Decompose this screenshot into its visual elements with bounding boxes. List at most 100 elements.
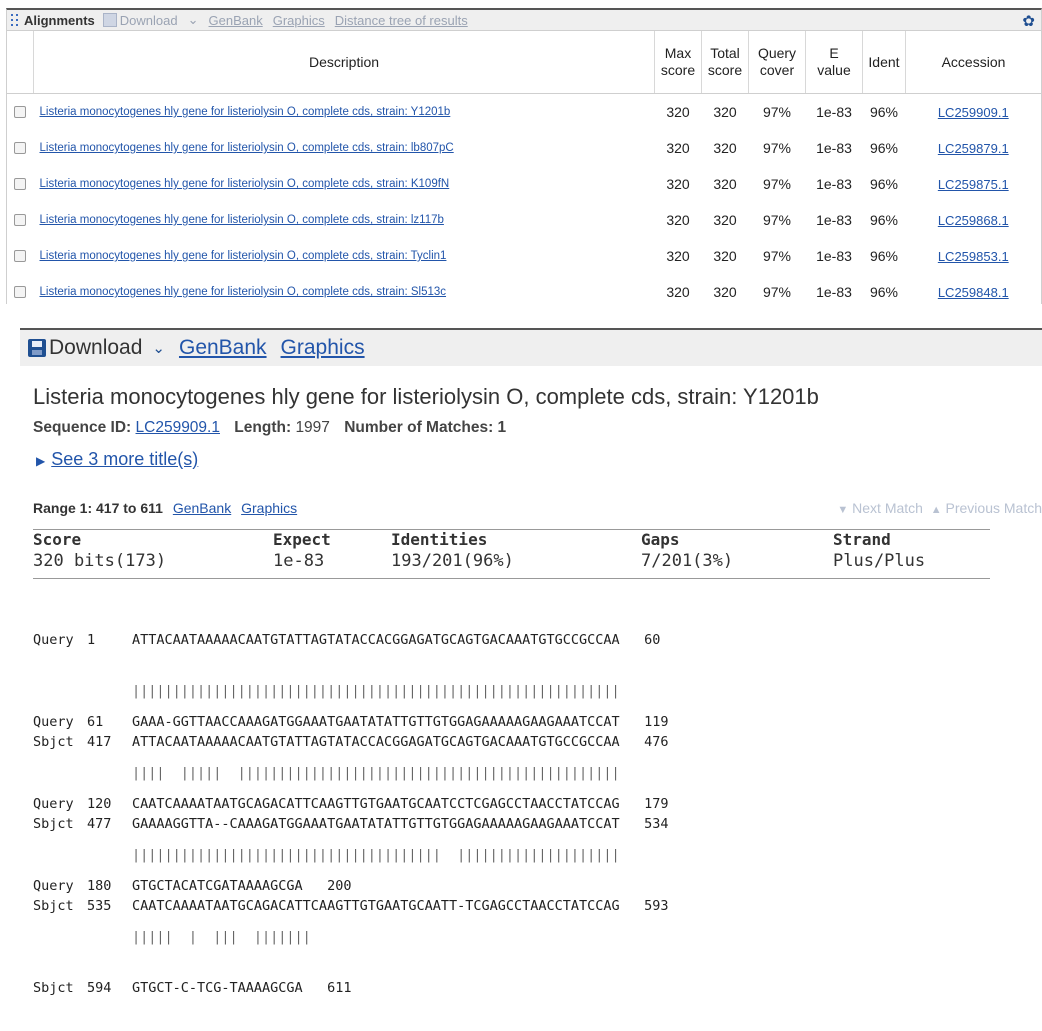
description-link[interactable]: Listeria monocytogenes hly gene for list…: [40, 142, 454, 154]
query-end: 60: [644, 632, 661, 648]
accession-link[interactable]: LC259879.1: [938, 141, 1009, 156]
select-column-header: [7, 31, 34, 94]
alignments-title: Alignments: [24, 12, 95, 28]
max-score-cell: 320: [666, 248, 690, 264]
ident-header[interactable]: Ident: [862, 31, 906, 94]
row-select-checkbox[interactable]: [7, 238, 34, 274]
query-cover-cell: 97%: [762, 104, 792, 120]
range-graphics-link[interactable]: Graphics: [241, 500, 297, 516]
query-sequence: CAATCAAAATAATGCAGACATTCAAGTTGTGAATGCAATC…: [132, 796, 620, 812]
description-header[interactable]: Description: [33, 31, 655, 94]
download-icon: [102, 13, 117, 27]
accession-link[interactable]: LC259868.1: [938, 213, 1009, 228]
subject-start: 594: [87, 980, 112, 996]
see-more-link[interactable]: See 3 more title(s): [51, 449, 198, 469]
alignment-stats: Score 320 bits(173) Expect 1e-83 Identit…: [33, 529, 990, 579]
expand-triangle-icon[interactable]: ▶: [36, 454, 45, 468]
total-score-header[interactable]: Total score: [701, 31, 749, 94]
graphics-link[interactable]: Graphics: [273, 13, 325, 28]
genbank-link[interactable]: GenBank: [209, 13, 263, 28]
query-start: 1: [87, 632, 96, 648]
accession-link[interactable]: LC259848.1: [938, 285, 1009, 300]
ident-cell: 96%: [869, 176, 899, 192]
query-cover-cell: 97%: [762, 176, 792, 192]
detail-genbank-link[interactable]: GenBank: [179, 336, 267, 360]
download-button[interactable]: Download: [120, 13, 178, 28]
detail-graphics-link[interactable]: Graphics: [281, 336, 365, 360]
alignment-block: Query 180 GTGCTACATCGATAAAAGCGA 200 ||||| …: [33, 844, 351, 1031]
max-score-cell: 320: [666, 104, 690, 120]
query-cover-header[interactable]: Query cover: [748, 31, 806, 94]
range-header: Range 1: 417 to 611 GenBank Graphics ▼ N…: [33, 500, 1042, 516]
see-more-titles[interactable]: ▶ See 3 more title(s): [36, 449, 198, 470]
drag-handle-icon[interactable]: [11, 13, 20, 27]
ident-cell: 96%: [869, 248, 899, 264]
e-value-cell: 1e-83: [816, 212, 852, 228]
alignments-panel: Alignments Download ⌄ GenBank Graphics D…: [6, 8, 1042, 304]
table-row: Listeria monocytogenes hly gene for list…: [7, 130, 1041, 166]
description-link[interactable]: Listeria monocytogenes hly gene for list…: [40, 178, 450, 190]
gaps-value: 7/201(3%): [641, 551, 734, 571]
score-header: Score: [33, 530, 82, 549]
subject-sequence: GTGCT-C-TCG-TAAAAGCGA: [132, 980, 303, 996]
accession-link[interactable]: LC259853.1: [938, 249, 1009, 264]
query-sequence: GTGCTACATCGATAAAAGCGA: [132, 878, 303, 894]
length-label: Length:: [234, 419, 292, 436]
distance-tree-link[interactable]: Distance tree of results: [335, 13, 468, 28]
description-link[interactable]: Listeria monocytogenes hly gene for list…: [40, 106, 451, 118]
total-score-cell: 320: [713, 176, 737, 192]
ident-cell: 96%: [869, 212, 899, 228]
strand-value: Plus/Plus: [833, 551, 926, 571]
table-row: Listeria monocytogenes hly gene for list…: [7, 94, 1041, 131]
row-select-checkbox[interactable]: [7, 202, 34, 238]
matches-value: 1: [497, 419, 507, 436]
subject-label: Sbjct: [33, 980, 74, 996]
description-link[interactable]: Listeria monocytogenes hly gene for list…: [40, 286, 447, 298]
description-link[interactable]: Listeria monocytogenes hly gene for list…: [40, 250, 447, 262]
match-navigation: ▼ Next Match ▲ Previous Match: [837, 500, 1042, 516]
chevron-down-icon[interactable]: ⌄: [152, 339, 165, 357]
e-value-cell: 1e-83: [816, 248, 852, 264]
identities-header: Identities: [391, 530, 488, 549]
e-value-cell: 1e-83: [816, 176, 852, 192]
query-start: 120: [87, 796, 112, 812]
row-select-checkbox[interactable]: [7, 94, 34, 131]
accession-header[interactable]: Accession: [905, 31, 1041, 94]
total-score-cell: 320: [713, 140, 737, 156]
previous-match-button[interactable]: Previous Match: [946, 500, 1042, 516]
accession-link[interactable]: LC259909.1: [938, 105, 1009, 120]
match-line: ||||| | ||| |||||||: [132, 929, 311, 945]
row-select-checkbox[interactable]: [7, 274, 34, 304]
sequence-id-link[interactable]: LC259909.1: [136, 419, 220, 436]
strand-header: Strand: [833, 530, 891, 549]
up-triangle-icon: ▲: [930, 504, 942, 516]
table-row: Listeria monocytogenes hly gene for list…: [7, 274, 1041, 304]
total-score-cell: 320: [713, 248, 737, 264]
query-cover-cell: 97%: [762, 248, 792, 264]
range-genbank-link[interactable]: GenBank: [173, 500, 231, 516]
table-header-row: Description Max score Total score Query …: [7, 31, 1041, 94]
gear-icon[interactable]: ✿: [1022, 12, 1035, 30]
length-value: 1997: [295, 419, 330, 436]
description-link[interactable]: Listeria monocytogenes hly gene for list…: [40, 214, 444, 226]
chevron-down-icon[interactable]: ⌄: [188, 12, 199, 28]
expect-header: Expect: [273, 530, 331, 549]
alignments-toolbar: Alignments Download ⌄ GenBank Graphics D…: [7, 10, 1041, 31]
max-score-header[interactable]: Max score: [654, 31, 702, 94]
query-start: 180: [87, 878, 112, 894]
detail-download-button[interactable]: Download: [49, 336, 142, 360]
table-row: Listeria monocytogenes hly gene for list…: [7, 202, 1041, 238]
query-cover-cell: 97%: [762, 284, 792, 300]
next-match-button[interactable]: Next Match: [852, 500, 923, 516]
query-sequence: ATTACAATAAAAACAATGTATTAGTATACCACGGAGATGC…: [132, 632, 620, 648]
sequence-meta: Sequence ID: LC259909.1 Length: 1997 Num…: [33, 419, 506, 437]
query-end: 200: [327, 878, 352, 894]
detail-toolbar: Download ⌄ GenBank Graphics: [20, 330, 1042, 366]
query-cover-cell: 97%: [762, 212, 792, 228]
e-value-header[interactable]: E value: [805, 31, 863, 94]
row-select-checkbox[interactable]: [7, 130, 34, 166]
row-select-checkbox[interactable]: [7, 166, 34, 202]
query-start: 61: [87, 714, 104, 730]
accession-link[interactable]: LC259875.1: [938, 177, 1009, 192]
sequence-title: Listeria monocytogenes hly gene for list…: [33, 384, 819, 409]
